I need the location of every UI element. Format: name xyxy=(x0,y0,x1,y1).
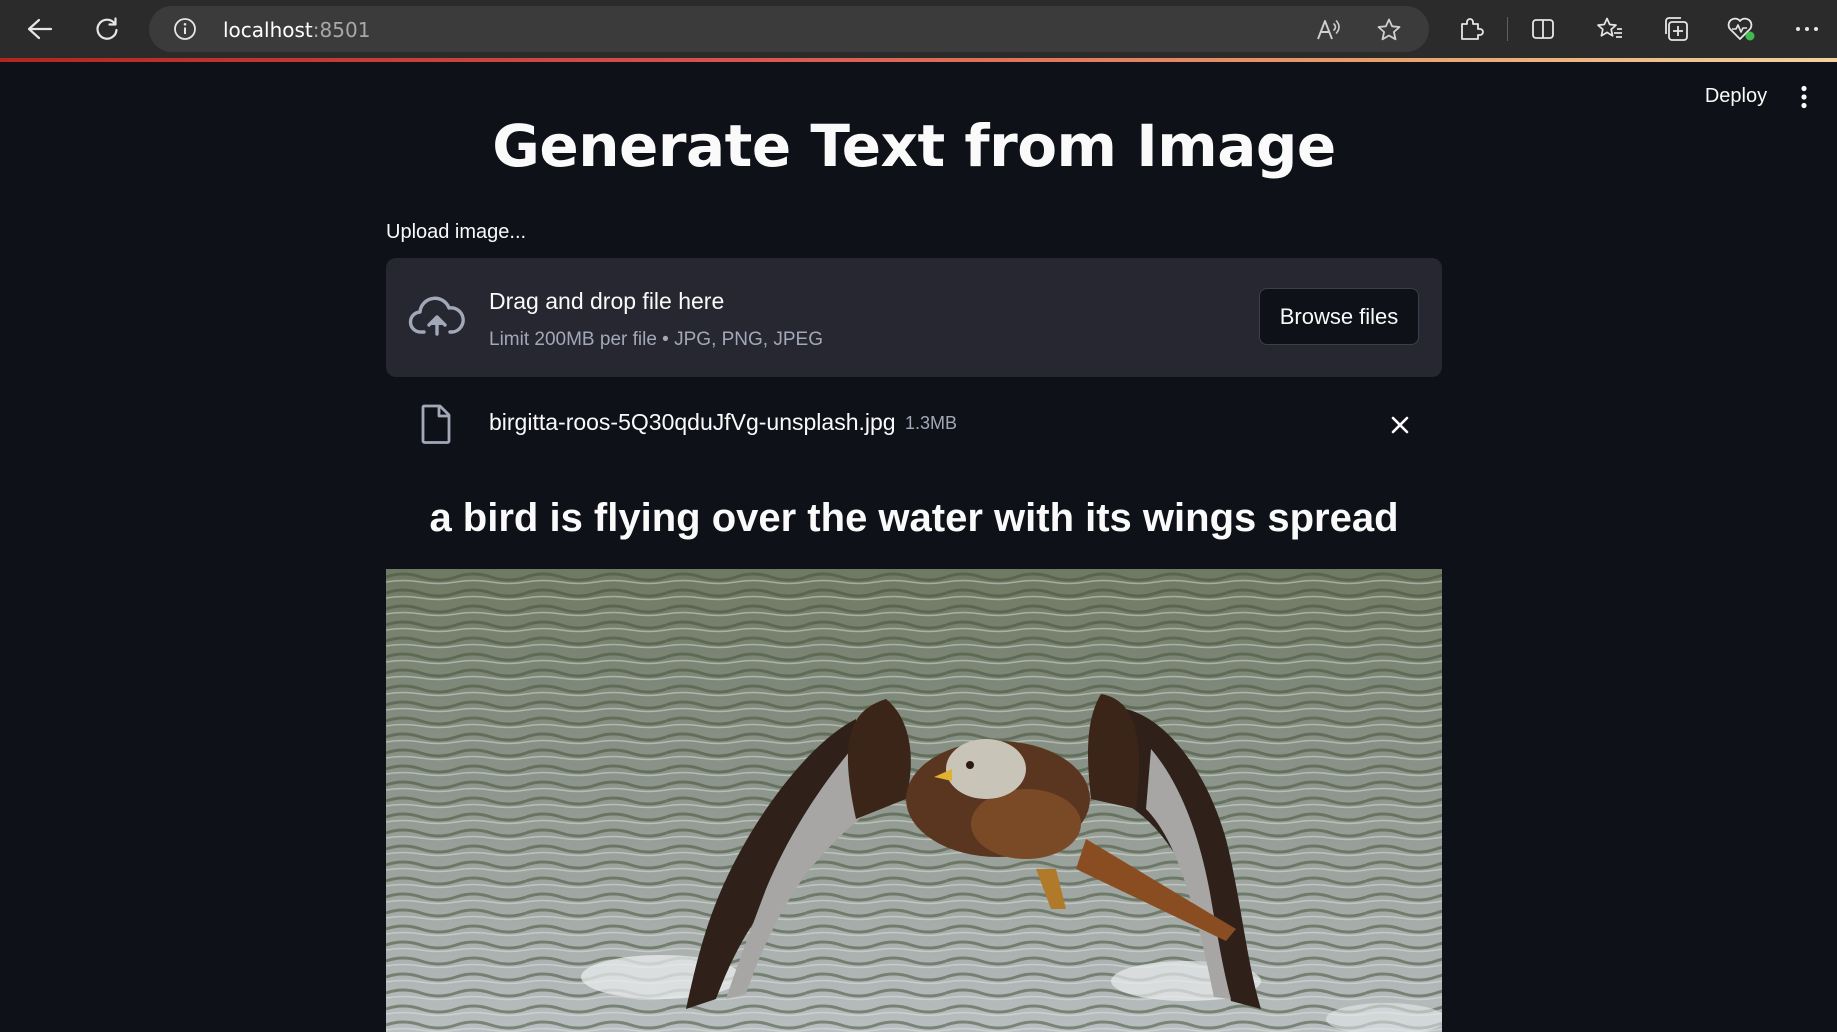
browser-essentials-icon[interactable] xyxy=(1724,12,1758,46)
uploaded-file-row: birgitta-roos-5Q30qduJfVg-unsplash.jpg 1… xyxy=(386,390,1442,456)
url-text: localhost:8501 xyxy=(223,18,370,42)
remove-file-icon[interactable] xyxy=(1385,410,1415,440)
dropzone-limit-text: Limit 200MB per file • JPG, PNG, JPEG xyxy=(489,329,823,350)
deploy-button[interactable]: Deploy xyxy=(1686,80,1786,112)
dropzone-title: Drag and drop file here xyxy=(489,288,725,314)
url-port: :8501 xyxy=(312,18,371,42)
file-dropzone[interactable]: Drag and drop file here Limit 200MB per … xyxy=(386,258,1442,377)
uploaded-file-name: birgitta-roos-5Q30qduJfVg-unsplash.jpg xyxy=(489,409,896,435)
collections-icon[interactable] xyxy=(1659,12,1693,46)
url-host: localhost xyxy=(223,18,313,42)
back-arrow-icon[interactable] xyxy=(20,10,60,48)
info-icon[interactable] xyxy=(173,17,197,41)
browse-files-button[interactable]: Browse files xyxy=(1259,288,1419,345)
split-screen-icon[interactable] xyxy=(1526,12,1560,46)
uploader-label: Upload image... xyxy=(386,221,527,243)
uploaded-image xyxy=(386,569,1442,1032)
favorite-star-icon[interactable] xyxy=(1375,16,1403,44)
read-aloud-icon[interactable] xyxy=(1315,16,1343,44)
cloud-upload-icon xyxy=(408,294,466,338)
favorites-icon[interactable] xyxy=(1593,12,1627,46)
file-icon xyxy=(420,404,452,444)
bird-photo-illustration xyxy=(386,569,1442,1032)
toolbar-divider xyxy=(1507,17,1508,41)
uploaded-file-size: 1.3MB xyxy=(905,413,958,433)
page-title: Generate Text from Image xyxy=(492,112,1336,180)
generated-caption: a bird is flying over the water with its… xyxy=(429,496,1399,540)
address-bar[interactable]: localhost:8501 xyxy=(149,6,1429,52)
more-icon[interactable] xyxy=(1790,12,1824,46)
main-menu-icon[interactable] xyxy=(1790,80,1818,114)
extensions-icon[interactable] xyxy=(1454,12,1488,46)
refresh-icon[interactable] xyxy=(87,10,127,48)
loading-accent-bar xyxy=(0,58,1837,62)
browser-toolbar: localhost:8501 xyxy=(0,0,1837,58)
